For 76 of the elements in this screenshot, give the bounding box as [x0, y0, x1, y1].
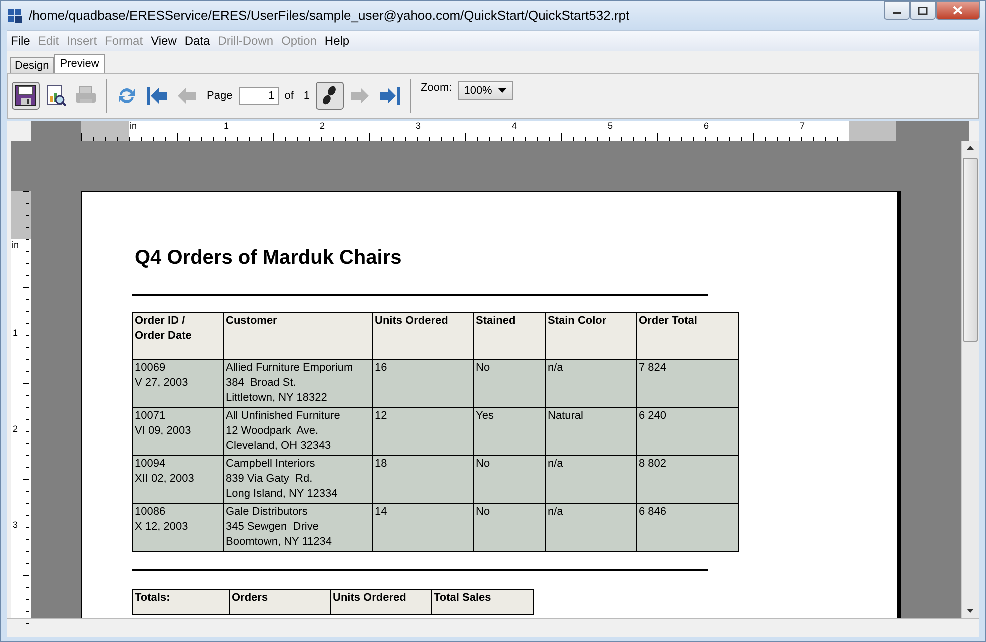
column-header: Total Sales [432, 590, 534, 614]
menu-item[interactable]: File [7, 34, 34, 48]
ruler-number: 7 [800, 121, 806, 131]
table-cell: 10086 X 12, 2003 [132, 504, 224, 552]
window-title: /home/quadbase/ERESService/ERES/UserFiles/sample_user@yahoo.com/QuickStart/QuickStart532.rpt [29, 8, 630, 23]
ruler-number: 2 [13, 424, 18, 434]
table-cell: 6 240 [636, 408, 738, 456]
ruler-number: 3 [13, 520, 18, 530]
maximize-button[interactable] [910, 1, 936, 20]
table-cell: 14 [372, 504, 474, 552]
report-title: Q4 Orders of Marduk Chairs [135, 247, 403, 270]
close-button[interactable] [936, 1, 980, 20]
table-cell: 6 846 [636, 504, 738, 552]
ruler-number: 2 [320, 121, 326, 131]
tab[interactable]: Design [10, 57, 54, 73]
column-header: Units Ordered [330, 590, 432, 614]
column-header: Stained [474, 312, 546, 360]
menu-item[interactable]: Data [180, 34, 214, 48]
ruler-number: 1 [224, 121, 230, 131]
column-header: Units Ordered [372, 312, 474, 360]
table-cell: 18 [372, 456, 474, 504]
vertical-scrollbar[interactable] [961, 141, 979, 618]
table-cell: 7 824 [636, 360, 738, 408]
footprints-button[interactable] [316, 82, 344, 110]
table-cell: 8 802 [636, 456, 738, 504]
column-header: Order Total [636, 312, 738, 360]
table-cell: Allied Furniture Emporium 384 Broad St. Littletown, NY 18322 [224, 360, 372, 408]
table-cell: Campbell Interiors 839 Via Gaty Rd. Long Island, NY 12334 [224, 456, 372, 504]
table-cell: 10071 VI 09, 2003 [132, 408, 224, 456]
ruler-number: 4 [512, 121, 518, 131]
zoom-dropdown[interactable]: 100% [458, 81, 514, 100]
table-cell: No [474, 504, 546, 552]
table-cell: n/a [546, 456, 636, 504]
app-icon [7, 8, 23, 24]
maximize-icon [918, 6, 928, 14]
ruler-number: 5 [608, 121, 614, 131]
last-page-icon [378, 84, 402, 108]
down-arrow-icon [967, 609, 974, 613]
column-header: Customer [224, 312, 372, 360]
minimize-button[interactable] [884, 1, 910, 20]
menu-item[interactable]: View [147, 34, 181, 48]
table-cell: 10069 V 27, 2003 [132, 360, 224, 408]
up-arrow-icon [967, 146, 974, 150]
tab[interactable]: Preview [54, 54, 106, 73]
table-cell: All Unfinished Furniture 12 Woodpark Ave. Cleveland, OH 32343 [224, 408, 372, 456]
table-cell: No [474, 456, 546, 504]
table-cell: Natural [546, 408, 636, 456]
ruler-number: 6 [704, 121, 710, 131]
table-cell: 16 [372, 360, 474, 408]
of-label: of [284, 90, 295, 102]
ruler-number: 1 [13, 328, 18, 338]
menu-item[interactable]: Help [320, 34, 354, 48]
ruler-number: 3 [416, 121, 422, 131]
table-cell: Gale Distributors 345 Sewgen Drive Boomtown, NY 11234 [224, 504, 372, 552]
right-arrow-icon [349, 85, 372, 107]
column-header: Totals: [132, 590, 230, 614]
table-cell: 10094 XII 02, 2003 [132, 456, 224, 504]
table-cell: n/a [546, 360, 636, 408]
first-page-icon [145, 84, 169, 108]
table-cell: n/a [546, 504, 636, 552]
column-header: Orders [230, 590, 330, 614]
close-icon [953, 6, 963, 15]
column-header: Order ID / Order Date [132, 312, 224, 360]
scrollbar-thumb[interactable] [963, 158, 978, 342]
save-button[interactable] [12, 82, 40, 110]
page-number-field[interactable]: 1 [238, 87, 279, 105]
column-header: Stain Color [546, 312, 636, 360]
ruler-unit: in [130, 121, 138, 131]
caret-icon [498, 88, 508, 93]
ruler-unit: in [12, 240, 20, 250]
table-cell: 12 [372, 408, 474, 456]
table-cell: Yes [474, 408, 546, 456]
page-label: Page [206, 90, 234, 102]
zoom-label: Zoom: [420, 82, 454, 94]
page-count: 1 [302, 90, 312, 102]
table-cell: No [474, 360, 546, 408]
